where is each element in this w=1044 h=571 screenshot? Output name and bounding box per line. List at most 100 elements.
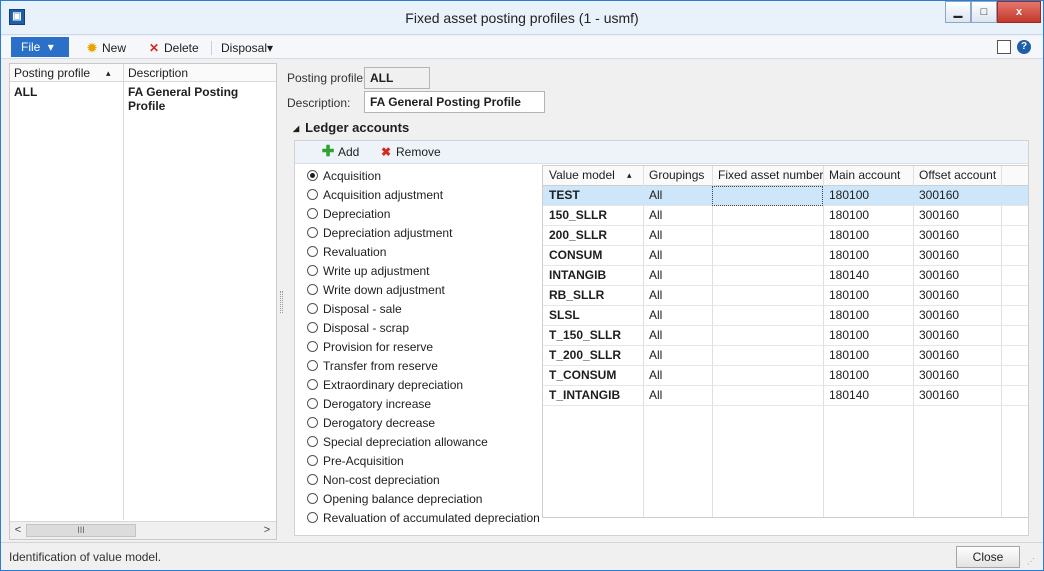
cell-fixed-asset-number[interactable] <box>712 246 823 266</box>
cell-main-account[interactable]: 180140 <box>823 386 913 406</box>
radio-option[interactable]: Acquisition <box>307 167 547 186</box>
radio-button-icon[interactable] <box>307 417 318 428</box>
table-row[interactable]: SLSL All 180100 300160 <box>543 306 1028 326</box>
maximize-button[interactable]: □ <box>971 1 997 23</box>
new-button[interactable]: ✹ New <box>85 40 126 56</box>
cell-value-model[interactable]: 150_SLLR <box>543 206 643 226</box>
cell-value-model[interactable]: T_200_SLLR <box>543 346 643 366</box>
cell-main-account[interactable]: 180100 <box>823 246 913 266</box>
radio-option[interactable]: Disposal - sale <box>307 300 547 319</box>
file-menu-button[interactable]: File ▾ <box>11 37 69 57</box>
cell-value-model[interactable]: TEST <box>543 186 643 206</box>
minimize-button[interactable]: ▁ <box>945 1 971 23</box>
radio-option[interactable]: Depreciation adjustment <box>307 224 547 243</box>
remove-button[interactable]: ✖ Remove <box>379 144 441 160</box>
cell-main-account[interactable]: 180100 <box>823 286 913 306</box>
cell-groupings[interactable]: All <box>643 186 712 206</box>
description-field[interactable]: FA General Posting Profile <box>364 91 545 113</box>
radio-option[interactable]: Provision for reserve <box>307 338 547 357</box>
radio-option[interactable]: Special depreciation allowance <box>307 433 547 452</box>
radio-button-icon[interactable] <box>307 455 318 466</box>
scroll-left-icon[interactable]: < <box>11 523 25 538</box>
radio-option[interactable]: Extraordinary depreciation <box>307 376 547 395</box>
cell-offset-account[interactable]: 300160 <box>913 386 1001 406</box>
cell-value-model[interactable]: T_CONSUM <box>543 366 643 386</box>
close-window-button[interactable]: x <box>997 1 1041 23</box>
ledger-accounts-header[interactable]: ◢ Ledger accounts <box>293 120 409 135</box>
radio-option[interactable]: Write down adjustment <box>307 281 547 300</box>
radio-option[interactable]: Transfer from reserve <box>307 357 547 376</box>
column-header-offset-account[interactable]: Offset account <box>913 166 1001 186</box>
radio-option[interactable]: Depreciation <box>307 205 547 224</box>
cell-groupings[interactable]: All <box>643 206 712 226</box>
radio-button-icon[interactable] <box>307 379 318 390</box>
cell-offset-account[interactable]: 300160 <box>913 346 1001 366</box>
cell-value-model[interactable]: INTANGIB <box>543 266 643 286</box>
table-row[interactable]: TEST All 180100 300160 <box>543 186 1028 206</box>
cell-fixed-asset-number[interactable] <box>712 206 823 226</box>
radio-button-icon[interactable] <box>307 208 318 219</box>
cell-offset-account[interactable]: 300160 <box>913 206 1001 226</box>
radio-option[interactable]: Non-cost depreciation <box>307 471 547 490</box>
radio-button-icon[interactable] <box>307 322 318 333</box>
radio-option[interactable]: Revaluation <box>307 243 547 262</box>
cell-offset-account[interactable]: 300160 <box>913 286 1001 306</box>
scroll-right-icon[interactable]: > <box>260 523 274 538</box>
cell-fixed-asset-number[interactable] <box>712 306 823 326</box>
radio-button-icon[interactable] <box>307 303 318 314</box>
radio-button-icon[interactable] <box>307 360 318 371</box>
radio-option[interactable]: Revaluation of accumulated depreciation <box>307 509 547 528</box>
radio-button-icon[interactable] <box>307 170 318 181</box>
cell-fixed-asset-number[interactable] <box>712 266 823 286</box>
radio-option[interactable]: Write up adjustment <box>307 262 547 281</box>
cell-fixed-asset-number[interactable] <box>712 386 823 406</box>
cell-offset-account[interactable]: 300160 <box>913 366 1001 386</box>
cell-main-account[interactable]: 180100 <box>823 326 913 346</box>
cell-groupings[interactable]: All <box>643 266 712 286</box>
radio-option[interactable]: Derogatory decrease <box>307 414 547 433</box>
cell-fixed-asset-number[interactable] <box>712 326 823 346</box>
cell-fixed-asset-number[interactable] <box>712 346 823 366</box>
radio-button-icon[interactable] <box>307 284 318 295</box>
radio-option[interactable]: Disposal - scrap <box>307 319 547 338</box>
column-header-fixed-asset-number[interactable]: Fixed asset number <box>712 166 823 186</box>
cell-groupings[interactable]: All <box>643 326 712 346</box>
column-header-main-account[interactable]: Main account <box>823 166 913 186</box>
cell-groupings[interactable]: All <box>643 286 712 306</box>
cell-offset-account[interactable]: 300160 <box>913 266 1001 286</box>
cell-main-account[interactable]: 180100 <box>823 206 913 226</box>
radio-option[interactable]: Pre-Acquisition <box>307 452 547 471</box>
radio-button-icon[interactable] <box>307 265 318 276</box>
disposal-menu-button[interactable]: Disposal▾ <box>221 40 273 56</box>
scroll-thumb[interactable]: III <box>26 524 136 537</box>
resize-grip-icon[interactable]: ⋰ <box>1027 557 1035 566</box>
radio-option[interactable]: Derogatory increase <box>307 395 547 414</box>
radio-button-icon[interactable] <box>307 189 318 200</box>
table-row[interactable]: 150_SLLR All 180100 300160 <box>543 206 1028 226</box>
cell-fixed-asset-number[interactable] <box>712 186 823 206</box>
cell-value-model[interactable]: RB_SLLR <box>543 286 643 306</box>
cell-value-model[interactable]: T_150_SLLR <box>543 326 643 346</box>
cell-value-model[interactable]: T_INTANGIB <box>543 386 643 406</box>
table-row[interactable]: T_200_SLLR All 180100 300160 <box>543 346 1028 366</box>
cell-main-account[interactable]: 180140 <box>823 266 913 286</box>
cell-groupings[interactable]: All <box>643 226 712 246</box>
column-header-groupings[interactable]: Groupings <box>643 166 712 186</box>
cell-value-model[interactable]: SLSL <box>543 306 643 326</box>
radio-option[interactable]: Opening balance depreciation <box>307 490 547 509</box>
radio-button-icon[interactable] <box>307 436 318 447</box>
table-row[interactable]: 200_SLLR All 180100 300160 <box>543 226 1028 246</box>
radio-button-icon[interactable] <box>307 474 318 485</box>
cell-main-account[interactable]: 180100 <box>823 226 913 246</box>
table-row[interactable]: T_CONSUM All 180100 300160 <box>543 366 1028 386</box>
cell-groupings[interactable]: All <box>643 386 712 406</box>
cell-groupings[interactable]: All <box>643 346 712 366</box>
horizontal-scrollbar[interactable]: < III > <box>10 521 276 539</box>
table-row[interactable]: RB_SLLR All 180100 300160 <box>543 286 1028 306</box>
cell-offset-account[interactable]: 300160 <box>913 326 1001 346</box>
cell-groupings[interactable]: All <box>643 366 712 386</box>
cell-groupings[interactable]: All <box>643 246 712 266</box>
cell-offset-account[interactable]: 300160 <box>913 226 1001 246</box>
cell-value-model[interactable]: 200_SLLR <box>543 226 643 246</box>
radio-button-icon[interactable] <box>307 398 318 409</box>
